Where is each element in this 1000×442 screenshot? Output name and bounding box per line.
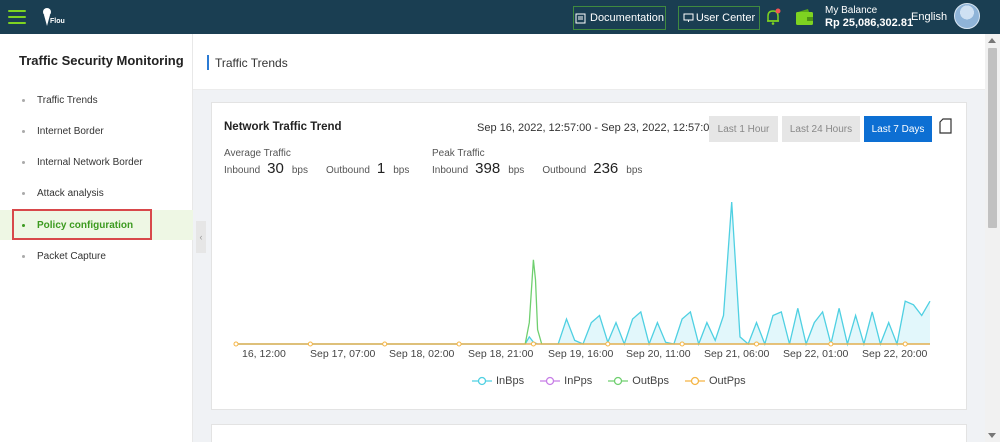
bullet-icon (22, 191, 25, 195)
x-tick-label: Sep 17, 07:00 (310, 348, 376, 360)
range-last-24-hours-button[interactable]: Last 24 Hours (782, 116, 860, 142)
inbound-label: Inbound (224, 165, 261, 176)
date-range[interactable]: Sep 16, 2022, 12:57:00 - Sep 23, 2022, 1… (477, 122, 716, 134)
peak-outbound-value: 236 (593, 160, 619, 177)
sidebar-collapse-button[interactable]: ‹ (196, 221, 206, 253)
outbound-unit: bps (393, 165, 410, 176)
bell-icon[interactable] (765, 8, 781, 26)
page-title: Traffic Trends (215, 56, 288, 70)
legend-marker-icon (684, 376, 705, 386)
top-navigation-bar: Flou Documentation User Center My Balanc… (0, 0, 1000, 34)
legend-label: OutBps (632, 375, 669, 387)
user-center-button[interactable]: User Center (678, 6, 760, 30)
inbound-unit: bps (291, 165, 308, 176)
legend-item-inpps[interactable]: InPps (540, 375, 592, 387)
average-inbound-value: 30 (267, 160, 284, 177)
bullet-icon (22, 160, 25, 164)
sidebar-item-label: Internet Border (37, 125, 104, 137)
range-last-1-hour-button[interactable]: Last 1 Hour (709, 116, 778, 142)
main-header: Traffic Trends (193, 34, 985, 90)
peak-inbound-value: 398 (475, 160, 501, 177)
x-tick-label: 16, 12:00 (242, 348, 286, 360)
data-point (382, 341, 388, 347)
export-icon[interactable] (939, 118, 952, 134)
data-point (530, 341, 536, 347)
sidebar-item-label: Internal Network Border (37, 156, 143, 168)
peak-traffic-label: Peak Traffic (432, 148, 485, 159)
secondary-card (211, 424, 967, 442)
page-scrollbar[interactable] (985, 34, 1000, 442)
x-tick-label: Sep 18, 02:00 (389, 348, 455, 360)
chart-legend: InBps InPps OutBps OutPps (472, 375, 746, 387)
title-accent (207, 55, 209, 70)
inbound-unit: bps (508, 165, 525, 176)
balance-value: Rp 25,086,302.81 (825, 17, 914, 29)
data-point (307, 341, 313, 347)
card-title: Network Traffic Trend (224, 121, 342, 133)
legend-marker-icon (472, 376, 492, 386)
outbound-label: Outbound (542, 165, 587, 176)
balance-label: My Balance (825, 5, 878, 16)
sidebar-item-label: Attack analysis (37, 187, 104, 199)
sidebar-item-label: Packet Capture (37, 250, 106, 262)
bullet-icon (22, 254, 25, 258)
network-traffic-chart[interactable]: 16, 12:00 Sep 17, 07:00 Sep 18, 02:00 Sep 1… (222, 190, 932, 390)
peak-traffic-values: Inbound 398 bps Outbound 236 bps (432, 160, 642, 177)
logo-text: Flou (50, 18, 65, 25)
sidebar-item-internal-network-border[interactable]: Internal Network Border (0, 147, 193, 177)
data-point (902, 341, 908, 347)
legend-marker-icon (540, 376, 561, 386)
sidebar-item-attack-analysis[interactable]: Attack analysis (0, 178, 193, 208)
sidebar-title: Traffic Security Monitoring (19, 53, 184, 68)
legend-label: InPps (564, 375, 593, 387)
language-selector[interactable]: English (911, 11, 947, 23)
monitor-icon (683, 13, 694, 22)
x-tick-label: Sep 19, 16:00 (548, 348, 614, 360)
menu-icon[interactable] (8, 9, 26, 25)
average-outbound-value: 1 (376, 160, 386, 177)
documentation-label: Documentation (590, 12, 664, 24)
data-point (605, 341, 611, 347)
sidebar-item-label: Traffic Trends (37, 94, 98, 106)
sidebar-item-packet-capture[interactable]: Packet Capture (0, 241, 193, 271)
legend-label: InBps (496, 375, 525, 387)
legend-marker-icon (608, 376, 629, 386)
data-point (233, 341, 239, 347)
x-tick-label: Sep 18, 21:00 (468, 348, 534, 360)
sidebar-item-internet-border[interactable]: Internet Border (0, 116, 193, 146)
sidebar-item-traffic-trends[interactable]: Traffic Trends (0, 85, 193, 115)
legend-item-outpps[interactable]: OutPps (684, 375, 746, 387)
outbound-unit: bps (626, 165, 643, 176)
data-point (828, 341, 834, 347)
scroll-down-icon[interactable] (988, 433, 996, 438)
data-point (456, 341, 462, 347)
wallet-icon[interactable] (795, 8, 815, 26)
scroll-up-icon[interactable] (988, 38, 996, 43)
x-tick-label: Sep 22, 20:00 (862, 348, 928, 360)
inbound-label: Inbound (432, 165, 469, 176)
document-icon (575, 13, 586, 23)
documentation-button[interactable]: Documentation (573, 6, 666, 30)
balance: My Balance Rp 25,086,302.81 (825, 5, 913, 29)
x-tick-label: Sep 22, 01:00 (783, 348, 849, 360)
average-traffic-label: Average Traffic (224, 148, 291, 159)
x-tick-label: Sep 21, 06:00 (704, 348, 770, 360)
x-tick-label: Sep 20, 11:00 (626, 348, 691, 360)
highlight-box (12, 209, 152, 240)
bullet-icon (22, 129, 25, 133)
sidebar: Traffic Security Monitoring Traffic Tren… (0, 34, 193, 442)
avatar[interactable] (954, 3, 980, 29)
data-point (754, 341, 759, 347)
outbound-label: Outbound (325, 165, 370, 176)
bullet-icon (22, 98, 25, 102)
user-center-label: User Center (695, 12, 756, 24)
legend-label: OutPps (708, 375, 746, 387)
average-traffic-values: Inbound 30 bps Outbound 1 bps (224, 160, 409, 177)
legend-item-outbps[interactable]: OutBps (608, 375, 669, 387)
legend-item-inbps[interactable]: InBps (472, 375, 524, 387)
scrollbar-thumb[interactable] (988, 48, 997, 228)
data-point (679, 341, 685, 347)
range-last-7-days-button[interactable]: Last 7 Days (864, 116, 932, 142)
series-line-inbps (236, 201, 931, 347)
